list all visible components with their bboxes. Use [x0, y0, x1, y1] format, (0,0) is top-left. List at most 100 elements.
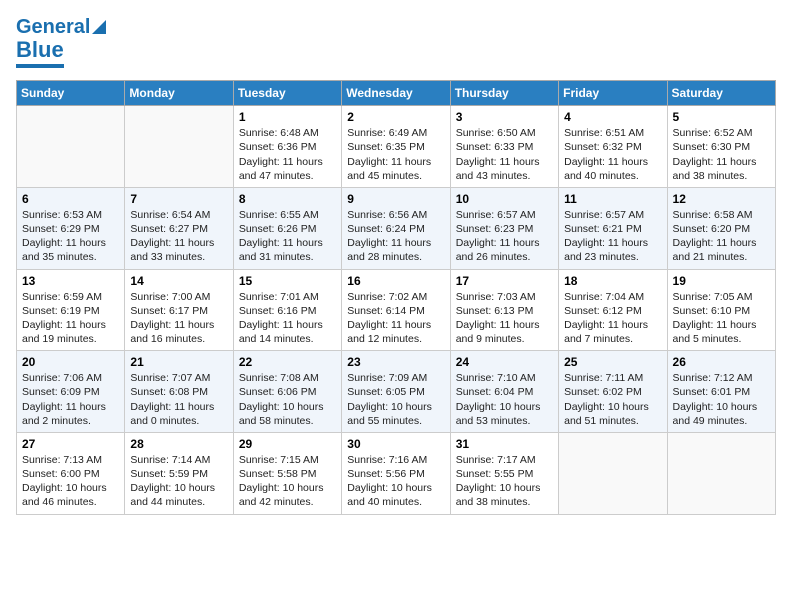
day-number: 3 [456, 110, 553, 124]
day-number: 15 [239, 274, 336, 288]
calendar-week-row: 13Sunrise: 6:59 AMSunset: 6:19 PMDayligh… [17, 269, 776, 351]
day-info: Sunrise: 6:57 AMSunset: 6:21 PMDaylight:… [564, 208, 661, 265]
column-header-sunday: Sunday [17, 81, 125, 106]
column-header-friday: Friday [559, 81, 667, 106]
calendar-cell: 31Sunrise: 7:17 AMSunset: 5:55 PMDayligh… [450, 432, 558, 514]
logo-text: General [16, 16, 90, 38]
calendar-cell: 3 Sunrise: 6:50 AMSunset: 6:33 PMDaylight… [450, 106, 558, 188]
day-info: Sunrise: 6:51 AMSunset: 6:32 PMDaylight:… [564, 126, 661, 183]
calendar-cell: 13Sunrise: 6:59 AMSunset: 6:19 PMDayligh… [17, 269, 125, 351]
day-number: 30 [347, 437, 444, 451]
day-info: Sunrise: 6:52 AMSunset: 6:30 PMDaylight:… [673, 126, 770, 183]
calendar-cell: 2Sunrise: 6:49 AMSunset: 6:35 PMDaylight… [342, 106, 450, 188]
calendar-header-row: SundayMondayTuesdayWednesdayThursdayFrid… [17, 81, 776, 106]
day-info: Sunrise: 7:07 AMSunset: 6:08 PMDaylight:… [130, 371, 227, 428]
calendar-cell: 30 Sunrise: 7:16 AMSunset: 5:56 PMDayligh… [342, 432, 450, 514]
day-info: Sunrise: 6:57 AMSunset: 6:23 PMDaylight:… [456, 208, 553, 265]
day-info: Sunrise: 7:11 AMSunset: 6:02 PMDaylight:… [564, 371, 661, 428]
day-info: Sunrise: 6:56 AMSunset: 6:24 PMDaylight:… [347, 208, 444, 265]
calendar-cell: 27 Sunrise: 7:13 AMSunset: 6:00 PMDayligh… [17, 432, 125, 514]
calendar-table: SundayMondayTuesdayWednesdayThursdayFrid… [16, 80, 776, 514]
day-info: Sunrise: 7:06 AMSunset: 6:09 PMDaylight:… [22, 371, 119, 428]
day-info: Sunrise: 7:04 AMSunset: 6:12 PMDaylight:… [564, 290, 661, 347]
column-header-monday: Monday [125, 81, 233, 106]
day-info: Sunrise: 7:13 AMSunset: 6:00 PMDaylight:… [22, 453, 119, 510]
day-info: Sunrise: 7:15 AMSunset: 5:58 PMDaylight:… [239, 453, 336, 510]
day-info: Sunrise: 7:05 AMSunset: 6:10 PMDaylight:… [673, 290, 770, 347]
day-number: 6 [22, 192, 119, 206]
calendar-cell: 18 Sunrise: 7:04 AMSunset: 6:12 PMDayligh… [559, 269, 667, 351]
calendar-cell: 8 Sunrise: 6:55 AMSunset: 6:26 PMDaylight… [233, 187, 341, 269]
day-number: 19 [673, 274, 770, 288]
calendar-cell: 20 Sunrise: 7:06 AMSunset: 6:09 PMDayligh… [17, 351, 125, 433]
day-number: 7 [130, 192, 227, 206]
calendar-cell: 21 Sunrise: 7:07 AMSunset: 6:08 PMDayligh… [125, 351, 233, 433]
calendar-week-row: 27 Sunrise: 7:13 AMSunset: 6:00 PMDayligh… [17, 432, 776, 514]
day-number: 21 [130, 355, 227, 369]
calendar-cell: 6 Sunrise: 6:53 AMSunset: 6:29 PMDaylight… [17, 187, 125, 269]
day-number: 29 [239, 437, 336, 451]
day-number: 20 [22, 355, 119, 369]
day-number: 10 [456, 192, 553, 206]
calendar-cell: 5 Sunrise: 6:52 AMSunset: 6:30 PMDaylight… [667, 106, 775, 188]
day-info: Sunrise: 7:03 AMSunset: 6:13 PMDaylight:… [456, 290, 553, 347]
day-number: 17 [456, 274, 553, 288]
column-header-saturday: Saturday [667, 81, 775, 106]
calendar-cell: 17 Sunrise: 7:03 AMSunset: 6:13 PMDayligh… [450, 269, 558, 351]
logo-underline [16, 64, 64, 68]
day-info: Sunrise: 7:16 AMSunset: 5:56 PMDaylight:… [347, 453, 444, 510]
logo-blue-text: Blue [16, 38, 64, 62]
day-number: 25 [564, 355, 661, 369]
day-info: Sunrise: 6:50 AMSunset: 6:33 PMDaylight:… [456, 126, 553, 183]
column-header-wednesday: Wednesday [342, 81, 450, 106]
day-number: 1 [239, 110, 336, 124]
day-number: 22 [239, 355, 336, 369]
calendar-cell: 25 Sunrise: 7:11 AMSunset: 6:02 PMDayligh… [559, 351, 667, 433]
calendar-cell: 26Sunrise: 7:12 AMSunset: 6:01 PMDayligh… [667, 351, 775, 433]
day-number: 4 [564, 110, 661, 124]
day-number: 16 [347, 274, 444, 288]
calendar-cell: 15 Sunrise: 7:01 AMSunset: 6:16 PMDayligh… [233, 269, 341, 351]
calendar-week-row: 20 Sunrise: 7:06 AMSunset: 6:09 PMDayligh… [17, 351, 776, 433]
calendar-cell: 4 Sunrise: 6:51 AMSunset: 6:32 PMDaylight… [559, 106, 667, 188]
day-number: 18 [564, 274, 661, 288]
day-info: Sunrise: 7:08 AMSunset: 6:06 PMDaylight:… [239, 371, 336, 428]
day-info: Sunrise: 6:53 AMSunset: 6:29 PMDaylight:… [22, 208, 119, 265]
day-info: Sunrise: 6:58 AMSunset: 6:20 PMDaylight:… [673, 208, 770, 265]
day-info: Sunrise: 7:01 AMSunset: 6:16 PMDaylight:… [239, 290, 336, 347]
calendar-cell: 9 Sunrise: 6:56 AMSunset: 6:24 PMDaylight… [342, 187, 450, 269]
logo-triangle-icon [92, 20, 106, 34]
day-number: 11 [564, 192, 661, 206]
day-number: 27 [22, 437, 119, 451]
calendar-cell: 12 Sunrise: 6:58 AMSunset: 6:20 PMDayligh… [667, 187, 775, 269]
day-info: Sunrise: 6:55 AMSunset: 6:26 PMDaylight:… [239, 208, 336, 265]
calendar-week-row: 1Sunrise: 6:48 AMSunset: 6:36 PMDaylight… [17, 106, 776, 188]
day-info: Sunrise: 7:17 AMSunset: 5:55 PMDaylight:… [456, 453, 553, 510]
logo: General Blue [16, 16, 106, 68]
day-info: Sunrise: 6:49 AMSunset: 6:35 PMDaylight:… [347, 126, 444, 183]
calendar-cell [125, 106, 233, 188]
calendar-cell: 29 Sunrise: 7:15 AMSunset: 5:58 PMDayligh… [233, 432, 341, 514]
day-number: 12 [673, 192, 770, 206]
day-number: 23 [347, 355, 444, 369]
calendar-cell: 22 Sunrise: 7:08 AMSunset: 6:06 PMDayligh… [233, 351, 341, 433]
day-number: 8 [239, 192, 336, 206]
day-number: 9 [347, 192, 444, 206]
calendar-cell [559, 432, 667, 514]
day-info: Sunrise: 6:54 AMSunset: 6:27 PMDaylight:… [130, 208, 227, 265]
calendar-cell: 24Sunrise: 7:10 AMSunset: 6:04 PMDayligh… [450, 351, 558, 433]
day-number: 5 [673, 110, 770, 124]
page-header: General Blue [16, 16, 776, 68]
column-header-thursday: Thursday [450, 81, 558, 106]
calendar-week-row: 6 Sunrise: 6:53 AMSunset: 6:29 PMDaylight… [17, 187, 776, 269]
calendar-cell: 28 Sunrise: 7:14 AMSunset: 5:59 PMDayligh… [125, 432, 233, 514]
calendar-cell: 10 Sunrise: 6:57 AMSunset: 6:23 PMDayligh… [450, 187, 558, 269]
day-info: Sunrise: 7:14 AMSunset: 5:59 PMDaylight:… [130, 453, 227, 510]
day-info: Sunrise: 7:10 AMSunset: 6:04 PMDaylight:… [456, 371, 553, 428]
day-info: Sunrise: 7:09 AMSunset: 6:05 PMDaylight:… [347, 371, 444, 428]
calendar-cell: 23 Sunrise: 7:09 AMSunset: 6:05 PMDayligh… [342, 351, 450, 433]
day-number: 28 [130, 437, 227, 451]
calendar-cell: 19 Sunrise: 7:05 AMSunset: 6:10 PMDayligh… [667, 269, 775, 351]
calendar-cell [667, 432, 775, 514]
calendar-cell: 16Sunrise: 7:02 AMSunset: 6:14 PMDayligh… [342, 269, 450, 351]
